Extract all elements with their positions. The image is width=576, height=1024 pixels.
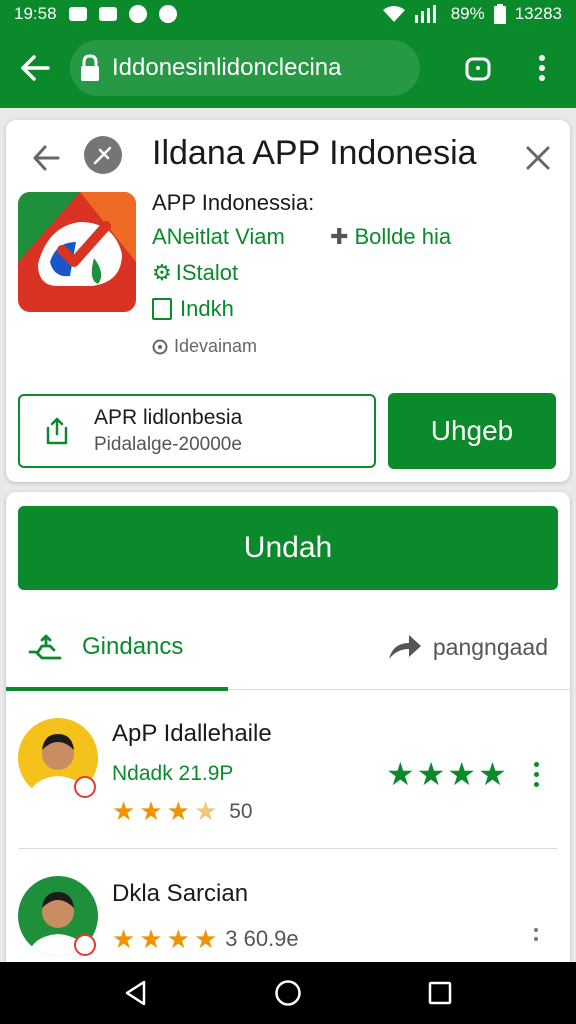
rating-value: 50	[229, 799, 253, 823]
tab-pangngaad-label: pangngaad	[432, 633, 548, 660]
tab-gindancs-label: Gindancs	[82, 633, 184, 660]
status-bar: 19:58 89% 13283	[0, 0, 576, 28]
star-icon: ★	[166, 924, 190, 954]
star-half-icon: ★	[193, 796, 218, 826]
close-icon	[526, 146, 550, 170]
main-card: Undah Gindancs pangngaad ApP Idallehaile…	[6, 492, 570, 972]
verified-badge-icon	[74, 934, 96, 956]
back-arrow-icon	[21, 55, 50, 81]
tab-gindancs[interactable]: Gindancs	[6, 604, 228, 691]
star-rating: ★ ★ ★ ★ 50	[112, 798, 253, 824]
star-icon: ★	[447, 756, 477, 792]
installed-label: ⚙ IStalot	[152, 260, 238, 286]
lock-icon	[76, 50, 104, 86]
item-menu-icon[interactable]	[526, 914, 546, 954]
green-star-rating: ★ ★ ★ ★	[386, 758, 507, 790]
signal-icon	[414, 5, 436, 23]
bundle-label: Bollde hia	[354, 224, 452, 249]
index-label: Indkh	[152, 296, 234, 322]
tab-switcher-icon	[465, 57, 491, 81]
item-menu-icon[interactable]	[526, 754, 546, 794]
share-icon	[20, 396, 94, 466]
url-bar[interactable]: Iddonesinlidonclecina	[70, 40, 420, 96]
dev-info-text: Idevainam	[174, 336, 258, 356]
dev-info: Idevainam	[152, 336, 257, 357]
bundle-link[interactable]: ✚ Bollde hia	[330, 224, 451, 250]
tab-switcher-button[interactable]	[456, 42, 500, 94]
smiley-icon	[158, 5, 177, 23]
list-item[interactable]: Dkla Sarcian ★ ★ ★ ★ 3 60.9e	[6, 862, 570, 972]
installed-text: IStalot	[175, 260, 239, 285]
package-name: APR lidlonbesia	[94, 406, 243, 429]
location-icon	[128, 5, 147, 23]
nav-recents-button[interactable]	[410, 962, 470, 1024]
checkbox-icon	[152, 298, 172, 320]
nav-back-icon	[125, 980, 146, 1006]
battery-icon	[493, 4, 506, 24]
card-back-button[interactable]	[24, 136, 68, 180]
index-text: Indkh	[180, 296, 234, 321]
plug-icon	[84, 136, 122, 174]
install-button[interactable]: Undah	[18, 506, 558, 590]
star-icon: ★	[193, 924, 218, 954]
star-icon: ★	[478, 756, 507, 792]
wifi-icon	[382, 6, 405, 22]
back-arrow-icon	[33, 145, 60, 171]
reviewer-name: Dkla Sarcian	[112, 880, 249, 907]
image-icon	[98, 7, 117, 21]
hand-icon	[28, 634, 62, 660]
tab-row: Gindancs pangngaad	[6, 604, 570, 691]
app-logo-icon	[18, 192, 136, 312]
share-arrow-icon	[388, 635, 421, 659]
plus-icon: ✚	[330, 224, 349, 249]
url-text: Iddonesinlidonclecina	[112, 54, 342, 81]
mail-icon	[68, 7, 87, 21]
app-name: APP Indonessia:	[152, 190, 315, 215]
star-icon: ★	[416, 756, 446, 792]
nav-recents-icon	[428, 981, 452, 1005]
app-title: Ildana APP Indonesia	[152, 134, 477, 172]
nav-home-icon	[275, 980, 301, 1006]
star-icon: ★	[166, 796, 190, 826]
system-nav-bar	[0, 962, 576, 1024]
package-subtitle: Pidalalge-20000e	[94, 434, 242, 455]
tab-indicator	[6, 687, 228, 691]
star-icon: ★	[112, 796, 136, 826]
reviewer-name: ApP Idallehaile	[112, 720, 272, 747]
overflow-menu-icon	[539, 55, 545, 81]
close-button[interactable]	[518, 138, 558, 178]
nav-home-button[interactable]	[258, 962, 318, 1024]
back-button[interactable]	[0, 28, 70, 108]
verified-badge-icon	[74, 776, 96, 798]
star-icon: ★	[112, 924, 136, 954]
info-icon	[152, 339, 168, 354]
browser-toolbar: Iddonesinlidonclecina	[0, 28, 576, 108]
package-box[interactable]: APR lidlonbesia Pidalalge-20000e	[18, 394, 376, 468]
update-button[interactable]: Uhgeb	[388, 393, 556, 469]
tab-pangngaad[interactable]: pangngaad	[387, 604, 548, 690]
star-rating: ★ ★ ★ ★ 3 60.9e	[112, 926, 299, 952]
star-icon: ★	[139, 796, 163, 826]
divider	[18, 848, 558, 849]
developer-link[interactable]: ANeitlat Viam	[152, 224, 285, 250]
reviewer-subtitle: Ndadk 21.9P	[112, 762, 234, 785]
app-header-card: Ildana APP Indonesia APP Indonessia: ANe…	[6, 120, 570, 482]
overflow-menu-button[interactable]	[524, 42, 560, 94]
nav-back-button[interactable]	[106, 962, 166, 1024]
gear-icon: ⚙	[152, 260, 172, 285]
star-icon: ★	[386, 756, 415, 792]
rating-value: 3 60.9e	[225, 926, 299, 951]
star-icon: ★	[139, 924, 163, 954]
status-right-time: 13283	[514, 4, 562, 23]
status-time: 19:58	[14, 4, 57, 23]
list-item[interactable]: ApP Idallehaile Ndadk 21.9P ★ ★ ★ ★ 50 ★…	[6, 704, 570, 854]
battery-percent: 89%	[450, 4, 485, 23]
